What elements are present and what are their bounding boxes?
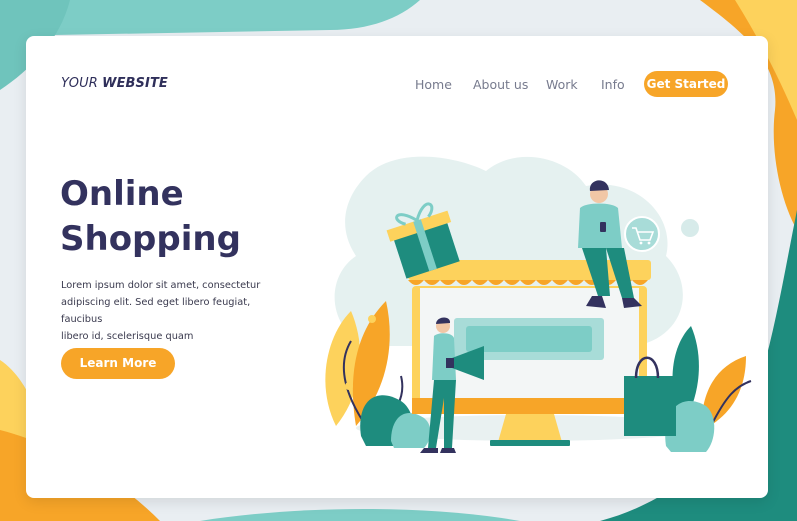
hero-description: Lorem ipsum dolor sit amet, consectetur …: [61, 277, 286, 345]
logo-regular: YOUR: [61, 76, 103, 91]
hero-title-line-2: Shopping: [60, 219, 241, 259]
online-shopping-illustration: [325, 156, 752, 453]
nav-about-us[interactable]: About us: [473, 77, 528, 92]
learn-more-button[interactable]: Learn More: [61, 348, 175, 379]
nav-work[interactable]: Work: [546, 77, 578, 92]
hero-illustration: [306, 136, 756, 470]
hero-description-line-3: libero id, scelerisque quam: [61, 331, 194, 342]
site-logo[interactable]: YOUR WEBSITE: [61, 76, 168, 91]
hero-title: Online Shopping: [60, 172, 241, 262]
nav-home[interactable]: Home: [415, 77, 452, 92]
logo-bold: WEBSITE: [102, 76, 168, 91]
nav-info[interactable]: Info: [601, 77, 625, 92]
get-started-button[interactable]: Get Started: [644, 71, 728, 97]
hero-title-line-1: Online: [60, 174, 184, 214]
hero-description-line-1: Lorem ipsum dolor sit amet, consectetur: [61, 280, 261, 291]
landing-card: YOUR WEBSITE Home About us Work Info Get…: [26, 36, 768, 498]
hero-description-line-2: adipiscing elit. Sed eget libero feugiat…: [61, 297, 251, 325]
